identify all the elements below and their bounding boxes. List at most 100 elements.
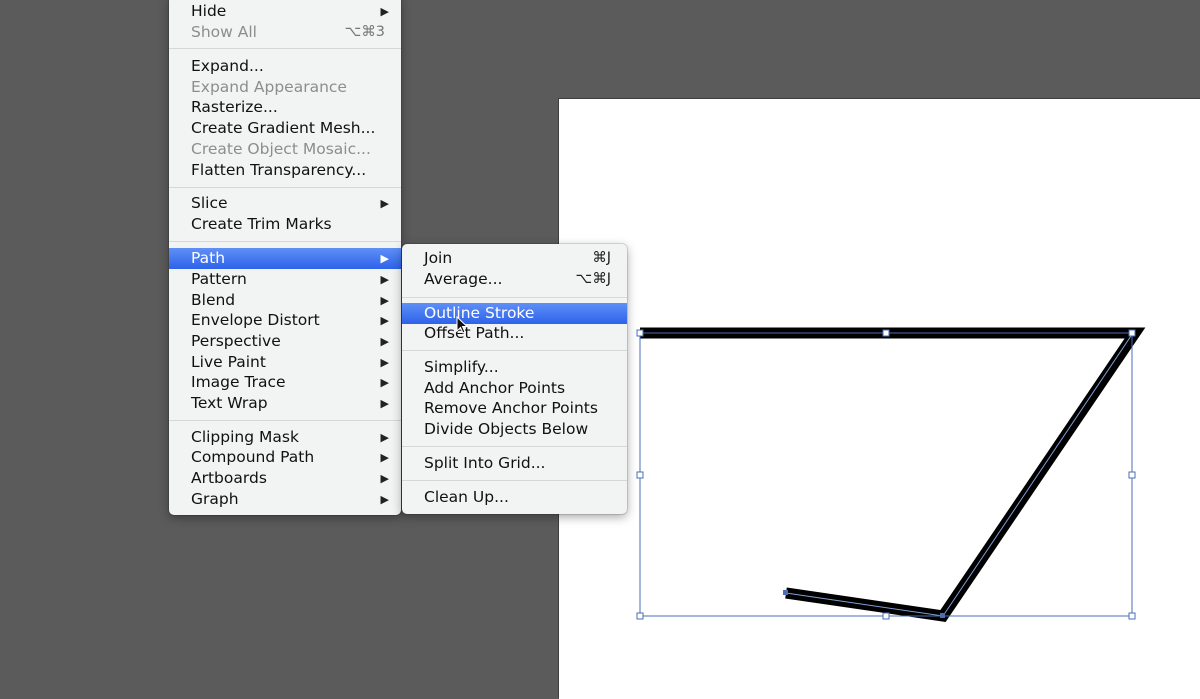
menu-item-label: Clean Up...	[424, 488, 509, 506]
bounding-box	[639, 332, 1133, 617]
menu-item-label: Clipping Mask	[191, 428, 299, 446]
bbox-handle-top-center[interactable]	[882, 329, 890, 337]
menu-item-label: Graph	[191, 490, 239, 508]
shortcut-label: ⌥⌘3	[344, 24, 385, 40]
path-centerline	[640, 332, 1134, 617]
shortcut-label: ⌘J	[592, 250, 611, 266]
menu-item-create-gradient-mesh[interactable]: Create Gradient Mesh...	[169, 118, 401, 139]
bbox-handle-bottom-center[interactable]	[882, 612, 890, 620]
menu-item-artboards[interactable]: Artboards ▶	[169, 468, 401, 489]
path-submenu: Join ⌘J Average... ⌥⌘J Outline Stroke Of…	[402, 244, 627, 514]
menu-item-label: Outline Stroke	[424, 304, 535, 322]
submenu-arrow-icon: ▶	[380, 356, 389, 369]
menu-item-label: Envelope Distort	[191, 311, 320, 329]
selected-path-stroke[interactable]	[640, 327, 1146, 622]
submenu-arrow-icon: ▶	[380, 294, 389, 307]
submenu-arrow-icon: ▶	[380, 252, 389, 265]
menu-item-label: Slice	[191, 194, 228, 212]
submenu-item-outline-stroke[interactable]: Outline Stroke	[402, 303, 627, 324]
menu-separator	[169, 420, 401, 421]
bbox-handle-top-left[interactable]	[636, 329, 644, 337]
submenu-item-clean-up[interactable]: Clean Up...	[402, 487, 627, 508]
menu-item-flatten-transparency[interactable]: Flatten Transparency...	[169, 160, 401, 181]
menu-separator	[402, 350, 627, 351]
menu-item-label: Artboards	[191, 469, 267, 487]
menu-item-label: Blend	[191, 291, 236, 309]
submenu-arrow-icon: ▶	[380, 5, 389, 18]
menu-item-create-object-mosaic: Create Object Mosaic...	[169, 139, 401, 160]
bbox-handle-middle-left[interactable]	[636, 471, 644, 479]
menu-item-blend[interactable]: Blend ▶	[169, 290, 401, 311]
menu-item-label: Rasterize...	[191, 98, 278, 116]
menu-item-label: Offset Path...	[424, 324, 525, 342]
menu-item-label: Join	[424, 249, 453, 267]
anchor-point[interactable]	[940, 613, 945, 618]
menu-item-label: Show All	[191, 23, 257, 41]
menu-item-label: Create Object Mosaic...	[191, 140, 371, 158]
submenu-item-divide-objects-below[interactable]: Divide Objects Below	[402, 419, 627, 440]
menu-item-label: Expand...	[191, 57, 264, 75]
submenu-item-add-anchor-points[interactable]: Add Anchor Points	[402, 378, 627, 399]
menu-item-label: Hide	[191, 2, 227, 20]
menu-separator	[402, 446, 627, 447]
menu-item-label: Create Trim Marks	[191, 215, 332, 233]
bbox-handle-bottom-left[interactable]	[636, 612, 644, 620]
menu-item-image-trace[interactable]: Image Trace ▶	[169, 372, 401, 393]
menu-item-create-trim-marks[interactable]: Create Trim Marks	[169, 214, 401, 235]
menu-item-label: Live Paint	[191, 353, 266, 371]
shortcut-label: ⌥⌘J	[575, 271, 612, 287]
menu-separator	[169, 187, 401, 188]
bbox-handle-bottom-right[interactable]	[1128, 612, 1136, 620]
menu-item-path[interactable]: Path ▶	[169, 248, 401, 269]
menu-item-label: Path	[191, 249, 226, 267]
menu-separator	[169, 48, 401, 49]
menu-item-label: Pattern	[191, 270, 247, 288]
menu-item-clipping-mask[interactable]: Clipping Mask ▶	[169, 427, 401, 448]
submenu-arrow-icon: ▶	[380, 472, 389, 485]
menu-item-expand-appearance: Expand Appearance	[169, 77, 401, 98]
submenu-arrow-icon: ▶	[380, 197, 389, 210]
anchor-point[interactable]	[783, 590, 788, 595]
menu-item-label: Add Anchor Points	[424, 379, 566, 397]
menu-item-compound-path[interactable]: Compound Path ▶	[169, 447, 401, 468]
submenu-item-remove-anchor-points[interactable]: Remove Anchor Points	[402, 398, 627, 419]
menu-item-label: Average...	[424, 270, 503, 288]
menu-item-label: Compound Path	[191, 448, 315, 466]
menu-item-graph[interactable]: Graph ▶	[169, 489, 401, 510]
menu-item-live-paint[interactable]: Live Paint ▶	[169, 352, 401, 373]
menu-separator	[169, 241, 401, 242]
submenu-item-join[interactable]: Join ⌘J	[402, 248, 627, 269]
menu-item-hide[interactable]: Hide ▶	[169, 1, 401, 22]
menu-item-label: Create Gradient Mesh...	[191, 119, 376, 137]
menu-item-label: Perspective	[191, 332, 281, 350]
bbox-handle-middle-right[interactable]	[1128, 471, 1136, 479]
submenu-arrow-icon: ▶	[380, 314, 389, 327]
menu-item-label: Expand Appearance	[191, 78, 347, 96]
menu-item-label: Image Trace	[191, 373, 286, 391]
submenu-item-split-into-grid[interactable]: Split Into Grid...	[402, 453, 627, 474]
object-menu: Hide ▶ Show All ⌥⌘3 Expand... Expand App…	[169, 0, 401, 515]
submenu-item-offset-path[interactable]: Offset Path...	[402, 323, 627, 344]
submenu-arrow-icon: ▶	[380, 335, 389, 348]
menu-separator	[402, 480, 627, 481]
submenu-arrow-icon: ▶	[380, 397, 389, 410]
submenu-item-average[interactable]: Average... ⌥⌘J	[402, 269, 627, 290]
submenu-arrow-icon: ▶	[380, 431, 389, 444]
bbox-handle-top-right[interactable]	[1128, 329, 1136, 337]
menu-item-expand[interactable]: Expand...	[169, 56, 401, 77]
mouse-pointer-icon	[456, 316, 469, 334]
menu-item-envelope-distort[interactable]: Envelope Distort ▶	[169, 310, 401, 331]
menu-item-pattern[interactable]: Pattern ▶	[169, 269, 401, 290]
menu-item-rasterize[interactable]: Rasterize...	[169, 97, 401, 118]
menu-item-label: Simplify...	[424, 358, 499, 376]
menu-item-show-all: Show All ⌥⌘3	[169, 22, 401, 43]
submenu-arrow-icon: ▶	[380, 451, 389, 464]
menu-item-perspective[interactable]: Perspective ▶	[169, 331, 401, 352]
menu-item-slice[interactable]: Slice ▶	[169, 193, 401, 214]
submenu-arrow-icon: ▶	[380, 493, 389, 506]
submenu-item-simplify[interactable]: Simplify...	[402, 357, 627, 378]
menu-item-label: Text Wrap	[191, 394, 268, 412]
menu-separator	[402, 297, 627, 298]
menu-item-label: Split Into Grid...	[424, 454, 546, 472]
menu-item-text-wrap[interactable]: Text Wrap ▶	[169, 393, 401, 414]
